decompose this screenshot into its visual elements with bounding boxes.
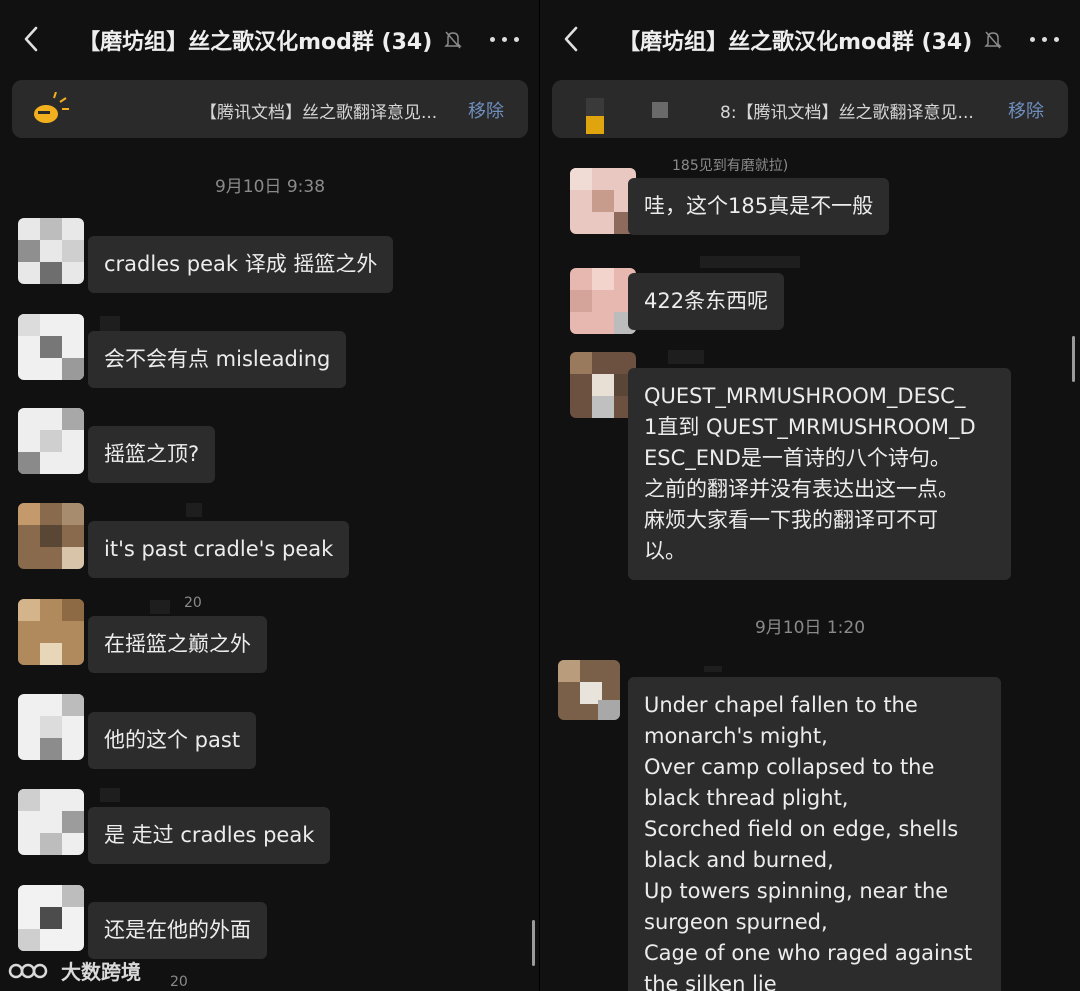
chat-header: 【磨坊组】丝之歌汉化mod群 (34) [0,0,540,78]
watermark-logo-icon [8,959,48,988]
back-arrow-icon [564,26,578,52]
avatar[interactable] [558,660,620,720]
pinned-announcement[interactable]: 8:【腾讯文档】丝之歌翻译意见... 移除 [552,80,1068,138]
chat-header: 【磨坊组】丝之歌汉化mod群 (34) [540,0,1080,78]
message-bubble[interactable]: 在摇篮之巅之外 [88,616,267,673]
pinned-remove-button[interactable]: 移除 [468,97,504,123]
avatar[interactable] [18,789,84,855]
announcement-icon [34,92,69,123]
pinned-text: 【腾讯文档】丝之歌翻译意见... [200,103,438,123]
watermark: 大数跨境 [8,956,141,986]
poem-line: Scorched field on edge, shells [644,817,959,841]
censor-block [100,316,120,332]
avatar[interactable] [18,885,84,951]
poem-line: Under chapel fallen to the [644,693,918,717]
back-button[interactable] [18,22,48,56]
message-timestamp: 9月10日 9:38 [214,177,326,197]
pinned-remove-button[interactable]: 移除 [1008,97,1044,123]
chat-panel-right: 【磨坊组】丝之歌汉化mod群 (34) 8:【腾讯文档】丝之歌翻译意见... 移… [540,0,1080,991]
message-line: 1直到 QUEST_MRMUSHROOM_D [644,415,976,439]
avatar[interactable] [18,503,84,569]
message-bubble[interactable]: 他的这个 past [88,712,257,769]
censor-block [186,503,202,517]
message-line: QUEST_MRMUSHROOM_DESC_ [644,384,966,408]
avatar[interactable] [570,352,636,418]
avatar[interactable] [18,599,84,665]
quoted-text-fragment: 185见到有磨就拉) [672,158,789,174]
scrollbar-thumb[interactable] [1072,336,1075,382]
chat-panel-left: 【磨坊组】丝之歌汉化mod群 (34) 【腾讯文档】丝之歌翻译意见... 移除 … [0,0,540,991]
avatar[interactable] [570,268,636,334]
poem-line: black and burned, [644,848,834,872]
censor-block [150,600,170,614]
chat-title: 【磨坊组】丝之歌汉化mod群 (34) [70,24,470,56]
censor-block [652,102,668,118]
message-bubble[interactable]: 摇篮之顶? [88,426,216,483]
watermark-text: 大数跨境 [60,960,141,984]
message-line: 以。 [644,539,686,563]
message-bubble[interactable]: 还是在他的外面 [88,902,267,959]
message-line: ESC_END是一首诗的八个诗句。 [644,446,951,470]
poem-line: monarch's might, [644,724,828,748]
message-bubble[interactable]: 422条东西呢 [628,273,785,330]
pinned-text: 8:【腾讯文档】丝之歌翻译意见... [720,103,974,123]
poem-line: surgeon spurned, [644,910,828,934]
censor-block [700,256,800,268]
avatar[interactable] [18,408,84,474]
avatar[interactable] [18,694,84,760]
message-bubble[interactable]: 会不会有点 misleading [88,331,347,388]
avatar[interactable] [570,168,636,234]
avatar[interactable] [18,218,84,284]
poem-line: Over camp collapsed to the [644,755,935,779]
chat-title: 【磨坊组】丝之歌汉化mod群 (34) [610,24,1010,56]
back-button[interactable] [558,22,588,56]
message-bubble-poem[interactable]: Under chapel fallen to the monarch's mig… [628,677,1001,991]
more-options-button[interactable] [488,24,522,54]
sender-name-fragment: 20 [184,595,202,611]
document-icon [586,98,604,134]
back-arrow-icon [24,26,38,52]
message-bubble-long[interactable]: QUEST_MRMUSHROOM_DESC_ 1直到 QUEST_MRMUSHR… [628,368,1011,580]
poem-line: Up towers spinning, near the [644,879,949,903]
more-options-button[interactable] [1028,24,1062,54]
sender-name-fragment: 20 [170,974,188,990]
chat-title-text: 【磨坊组】丝之歌汉化mod群 (34) [78,30,433,55]
message-line: 麻烦大家看一下我的翻译可不可 [644,508,938,532]
message-bubble[interactable]: cradles peak 译成 摇篮之外 [88,236,394,293]
message-timestamp: 9月10日 1:20 [754,618,866,638]
chat-title-text: 【磨坊组】丝之歌汉化mod群 (34) [618,30,973,55]
mute-bell-icon [444,30,462,56]
censor-block [704,666,722,672]
pinned-announcement[interactable]: 【腾讯文档】丝之歌翻译意见... 移除 [12,80,528,138]
censor-block [668,350,704,364]
mute-bell-icon [984,30,1002,56]
avatar[interactable] [18,314,84,380]
message-bubble[interactable]: 哇，这个185真是不一般 [628,178,890,235]
poem-line: black thread plight, [644,786,849,810]
scrollbar-thumb[interactable] [532,920,535,966]
poem-line: the silken lie [644,972,777,991]
censor-block [100,788,120,802]
message-line: 之前的翻译并没有表达出这一点。 [644,477,959,501]
message-bubble[interactable]: it's past cradle's peak [88,521,350,578]
poem-line: Cage of one who raged against [644,941,973,965]
message-bubble[interactable]: 是 走过 cradles peak [88,807,331,864]
